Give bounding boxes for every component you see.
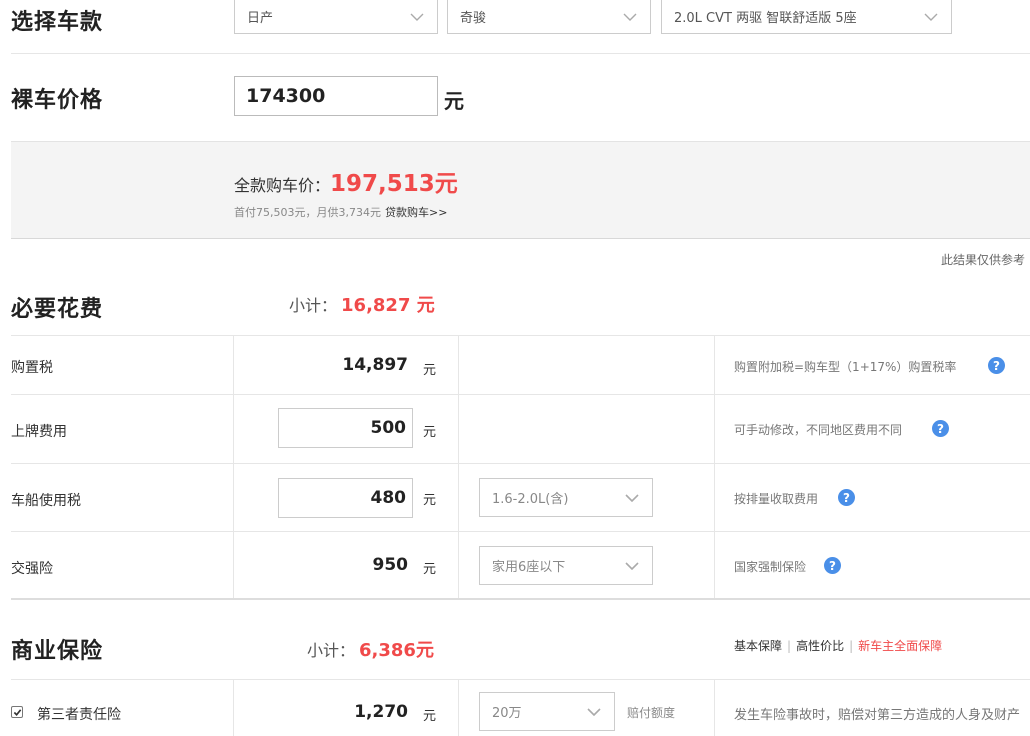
model-select-value: 2.0L CVT 两驱 智联舒适版 5座 [674,11,857,26]
vehicle-tax-note: 按排量收取费用 [734,492,819,506]
column-divider [233,679,234,736]
purchase-summary-panel [11,141,1030,239]
compulsory-insurance-amount: 950 [372,555,409,575]
installment-line: 首付75,503元，月供3,734元 贷款购车>> [234,204,447,220]
required-subtotal-label: 小计： [289,296,338,315]
installment-text: 首付75,503元，月供3,734元 [234,206,381,219]
third-party-unit: 元 [423,709,437,724]
tab-value-plan[interactable]: 高性价比 [796,637,844,654]
divider [11,531,1030,532]
full-price-value: 197,513元 [330,171,458,197]
select-car-title: 选择车款 [11,10,104,35]
purchase-tax-note: 购置附加税=购车型（1+17%）购置税率 [734,360,957,374]
column-divider [714,335,715,598]
chevron-down-icon [923,9,939,25]
column-divider [458,335,459,598]
divider [11,394,1030,395]
tab-full-plan[interactable]: 新车主全面保障 [858,637,942,654]
seat-type-select[interactable]: 家用6座以下 [479,546,653,585]
purchase-tax-unit: 元 [423,363,437,378]
divider [11,53,1030,54]
license-fee-note: 可手动修改，不同地区费用不同 [734,423,903,437]
tab-basic-plan[interactable]: 基本保障 [734,637,782,654]
chevron-down-icon [622,9,638,25]
coverage-amount-select[interactable]: 20万 [479,692,615,731]
column-divider [458,679,459,736]
bare-price-title: 裸车价格 [11,88,104,113]
tab-separator: | [787,638,792,653]
divider [11,679,1030,680]
loan-purchase-link[interactable]: 贷款购车>> [385,204,447,220]
divider [11,463,1030,464]
coverage-amount-value: 20万 [492,706,522,721]
purchase-tax-amount: 14,897 [342,355,408,375]
full-price-label: 全款购车价： [234,176,331,195]
seat-type-select-value: 家用6座以下 [492,560,566,575]
chevron-down-icon [586,704,602,720]
commercial-insurance-title: 商业保险 [11,639,104,664]
chevron-down-icon [624,490,640,506]
question-circle-icon[interactable]: ? [824,557,841,574]
divider [11,598,1030,600]
insurance-plan-tabs: 基本保障 | 高性价比 | 新车主全面保障 [734,637,942,654]
disclaimer: 此结果仅供参考 [940,253,1025,267]
third-party-label: 第三者责任险 [37,707,121,723]
commercial-subtotal-value: 6,386元 [359,640,434,661]
series-select-value: 奇骏 [460,11,487,26]
required-subtotal: 小计： 16,827 元 [289,291,435,317]
divider [11,335,1030,336]
third-party-checkbox[interactable] [11,706,23,718]
question-circle-icon[interactable]: ? [838,489,855,506]
brand-select-value: 日产 [247,11,274,26]
tab-separator: | [849,638,854,653]
purchase-tax-label: 购置税 [11,360,53,376]
compulsory-insurance-note: 国家强制保险 [734,560,807,574]
compulsory-insurance-label: 交强险 [11,561,53,577]
checkbox-checked-icon [13,708,21,716]
full-price-line: 全款购车价： 197,513元 [234,164,458,198]
coverage-suffix: 赔付额度 [627,706,676,720]
third-party-note: 发生车险事故时，赔偿对第三方造成的人身及财产 [734,708,1021,723]
commercial-subtotal-label: 小计： [307,641,356,660]
chevron-down-icon [409,9,425,25]
license-fee-input[interactable]: 500 [278,408,413,448]
compulsory-insurance-unit: 元 [423,562,437,577]
required-subtotal-value: 16,827 元 [341,295,435,316]
license-fee-unit: 元 [423,425,437,440]
column-divider [233,335,234,598]
vehicle-tax-unit: 元 [423,493,437,508]
question-circle-icon[interactable]: ? [988,357,1005,374]
brand-select[interactable]: 日产 [234,0,438,34]
series-select[interactable]: 奇骏 [447,0,651,34]
displacement-select[interactable]: 1.6-2.0L(含) [479,478,653,517]
vehicle-tax-label: 车船使用税 [11,493,81,509]
commercial-subtotal: 小计： 6,386元 [307,636,434,662]
chevron-down-icon [624,558,640,574]
model-select[interactable]: 2.0L CVT 两驱 智联舒适版 5座 [661,0,952,34]
bare-price-unit: 元 [444,89,464,113]
bare-price-input[interactable]: 174300 [234,76,438,116]
vehicle-tax-input[interactable]: 480 [278,478,413,518]
column-divider [714,679,715,736]
question-circle-icon[interactable]: ? [932,420,949,437]
displacement-select-value: 1.6-2.0L(含) [492,492,569,507]
required-costs-title: 必要花费 [11,297,104,322]
license-fee-label: 上牌费用 [11,424,67,440]
third-party-amount: 1,270 [354,702,408,722]
